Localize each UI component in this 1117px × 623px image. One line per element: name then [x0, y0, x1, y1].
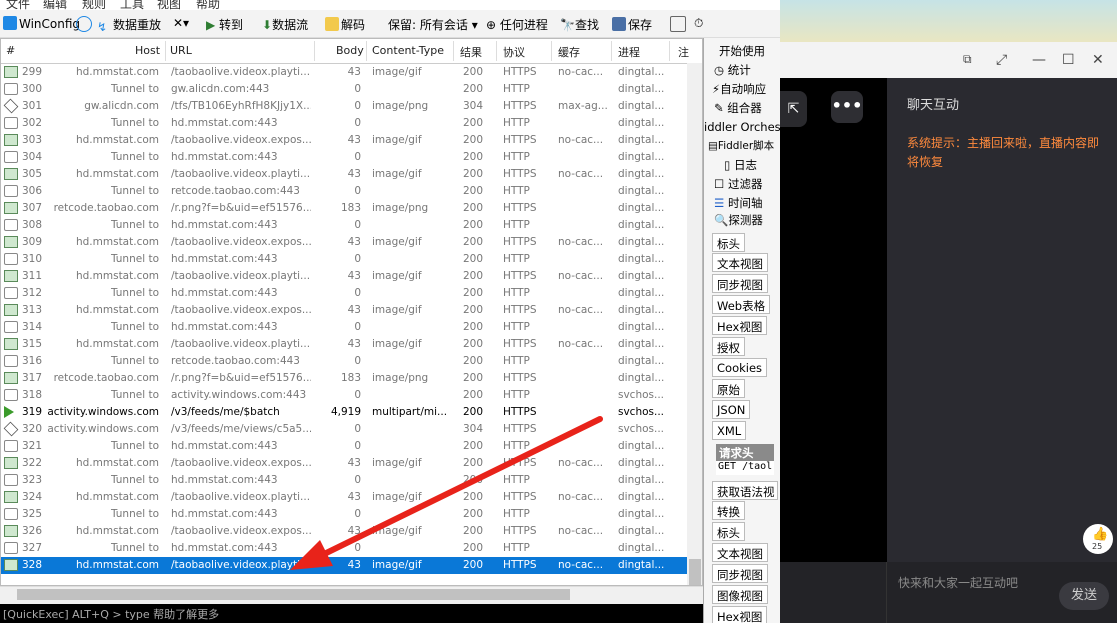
resize-icon[interactable]: ⤢: [996, 52, 1007, 68]
log-icon: ▯: [724, 158, 734, 172]
pin-icon[interactable]: ⧉: [963, 52, 972, 67]
system-notice: 系统提示：主播回来啦，直播内容即将恢复: [907, 136, 1100, 169]
lightning-icon: ⚡: [712, 82, 721, 96]
divider: [886, 562, 887, 623]
checkbox-icon: ☐: [714, 177, 728, 191]
tab-statistics[interactable]: ◷ 统计: [714, 62, 751, 78]
req-tab-headers[interactable]: 标头: [712, 233, 745, 252]
thumbs-up-icon: 👍: [1092, 527, 1109, 542]
desktop-wallpaper: [780, 0, 1117, 42]
resp-tab-imageview[interactable]: 图像视图: [712, 585, 768, 604]
resp-tab-syntaxview[interactable]: 同步视图: [712, 564, 768, 583]
minimize-icon[interactable]: —: [1032, 52, 1046, 68]
resp-tab-textview[interactable]: 文本视图: [712, 543, 768, 562]
annotation-arrow-head: [290, 540, 333, 570]
req-tab-syntaxview[interactable]: 同步视图: [712, 274, 768, 293]
req-tab-auth[interactable]: 授权: [712, 337, 745, 356]
resp-tab-getsyntaxview[interactable]: 获取语法视: [712, 481, 778, 500]
tab-composer[interactable]: ✎ 组合器: [714, 100, 762, 116]
tab-inspectors[interactable]: 🔍探测器: [714, 212, 763, 228]
tab-orchestra[interactable]: iddler Orchestr: [704, 120, 780, 134]
req-tab-xml[interactable]: XML: [712, 421, 747, 440]
req-tab-textview[interactable]: 文本视图: [712, 253, 768, 272]
resp-tab-transformer[interactable]: 转换: [712, 501, 745, 520]
chat-panel: 聊天互动 系统提示：主播回来啦，直播内容即将恢复 👍 25: [887, 78, 1117, 562]
more-icon[interactable]: •••: [831, 91, 863, 123]
resp-tab-hexview[interactable]: Hex视图: [712, 606, 768, 623]
script-icon: ▤: [708, 140, 718, 152]
video-area[interactable]: ⇱ •••: [780, 78, 887, 562]
request-headers-title: 请求头: [716, 444, 774, 461]
chat-input-bar: 快来和大家一起互动吧 发送: [780, 562, 1117, 623]
resp-tab-headers[interactable]: 标头: [712, 522, 745, 541]
tab-autoresponder[interactable]: ⚡自动响应: [712, 81, 766, 97]
magnifier-icon: 🔍: [714, 213, 729, 227]
horizontal-scroll-thumb[interactable]: [17, 589, 570, 600]
like-button[interactable]: 👍 25: [1083, 524, 1113, 554]
maximize-icon[interactable]: ☐: [1062, 52, 1075, 68]
stopwatch-icon: ◷: [714, 63, 728, 77]
req-tab-cookies[interactable]: Cookies: [712, 358, 768, 377]
inspector-panel: 开始使用 ◷ 统计 ⚡自动响应 ✎ 组合器 iddler Orchestr ▤F…: [703, 38, 780, 623]
send-button[interactable]: 发送: [1059, 582, 1109, 610]
tab-get-started[interactable]: 开始使用: [719, 43, 765, 59]
window-titlebar: ⧉ ⤢ — ☐ ✕: [780, 42, 1117, 78]
request-line: GET /taol: [716, 461, 774, 475]
like-count: 25: [1092, 542, 1103, 551]
quickexec-input[interactable]: [QuickExec] ALT+Q > type 帮助了解更多: [0, 604, 703, 623]
pencil-icon: ✎: [714, 101, 728, 115]
tab-filters[interactable]: ☐ 过滤器: [714, 176, 762, 192]
tab-log[interactable]: ▯ 日志: [724, 157, 757, 173]
share-icon[interactable]: ⇱: [780, 91, 807, 127]
chat-input[interactable]: 快来和大家一起互动吧: [898, 574, 1018, 591]
chat-title: 聊天互动: [907, 98, 960, 113]
req-tab-hexview[interactable]: Hex视图: [712, 316, 768, 335]
tab-timeline[interactable]: ☰ 时间轴: [714, 195, 762, 211]
req-tab-webforms[interactable]: Web表格: [712, 295, 771, 314]
annotation-arrow-shaft: [313, 416, 603, 561]
req-tab-raw[interactable]: 原始: [712, 379, 745, 398]
timeline-icon: ☰: [714, 196, 728, 210]
close-icon[interactable]: ✕: [1092, 52, 1104, 68]
annotation-arrow: [290, 416, 603, 570]
req-tab-json[interactable]: JSON: [712, 400, 751, 419]
tab-fiddlerscript[interactable]: ▤Fiddler脚本: [708, 138, 774, 153]
